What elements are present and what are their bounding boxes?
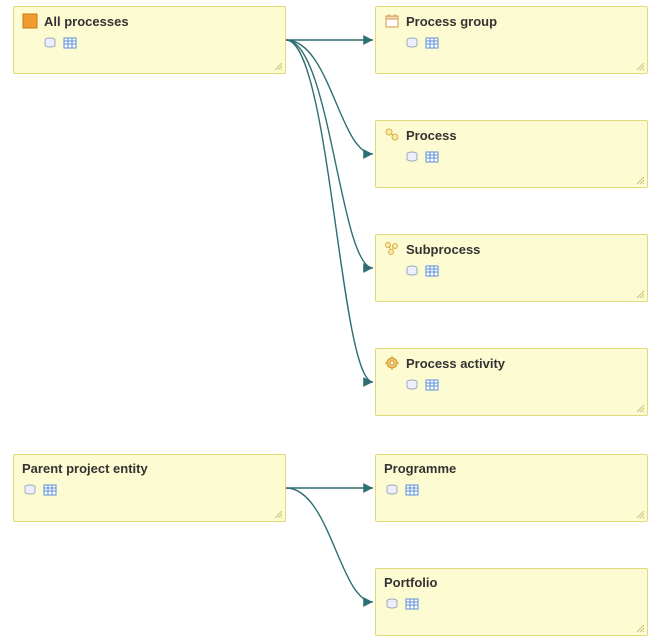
table-icon[interactable]: [404, 482, 420, 498]
db-icon[interactable]: [384, 482, 400, 498]
db-icon[interactable]: [404, 263, 420, 279]
node-title: All processes: [44, 14, 129, 29]
node-all-processes[interactable]: All processes: [13, 6, 286, 74]
gear-icon: [384, 355, 400, 371]
orange-square-icon: [22, 13, 38, 29]
node-title: Process group: [406, 14, 497, 29]
db-icon[interactable]: [384, 596, 400, 612]
node-title: Programme: [384, 461, 456, 476]
connector-all-to-activity: [286, 40, 373, 382]
resize-handle[interactable]: [635, 61, 645, 71]
db-icon[interactable]: [42, 35, 58, 51]
table-icon[interactable]: [42, 482, 58, 498]
nodes-icon: [384, 127, 400, 143]
node-programme[interactable]: Programme: [375, 454, 648, 522]
db-icon[interactable]: [404, 377, 420, 393]
table-icon[interactable]: [424, 149, 440, 165]
resize-handle[interactable]: [635, 509, 645, 519]
node-subprocess[interactable]: Subprocess: [375, 234, 648, 302]
table-icon[interactable]: [424, 263, 440, 279]
node-title: Process: [406, 128, 457, 143]
connector-parent-to-portfolio: [286, 488, 373, 602]
connector-all-to-subprocess: [286, 40, 373, 268]
node-title: Parent project entity: [22, 461, 148, 476]
resize-handle[interactable]: [635, 175, 645, 185]
table-icon[interactable]: [424, 35, 440, 51]
node-process-group[interactable]: Process group: [375, 6, 648, 74]
node-title: Portfolio: [384, 575, 437, 590]
table-icon[interactable]: [62, 35, 78, 51]
node-title: Process activity: [406, 356, 505, 371]
subnodes-icon: [384, 241, 400, 257]
resize-handle[interactable]: [635, 403, 645, 413]
resize-handle[interactable]: [635, 623, 645, 633]
connection-layer: [0, 0, 663, 644]
node-portfolio[interactable]: Portfolio: [375, 568, 648, 636]
table-icon[interactable]: [404, 596, 420, 612]
table-icon[interactable]: [424, 377, 440, 393]
db-icon[interactable]: [404, 35, 420, 51]
node-parent-project[interactable]: Parent project entity: [13, 454, 286, 522]
resize-handle[interactable]: [635, 289, 645, 299]
db-icon[interactable]: [22, 482, 38, 498]
resize-handle[interactable]: [273, 509, 283, 519]
db-icon[interactable]: [404, 149, 420, 165]
calendar-icon: [384, 13, 400, 29]
connector-all-to-process: [286, 40, 373, 154]
node-title: Subprocess: [406, 242, 480, 257]
resize-handle[interactable]: [273, 61, 283, 71]
node-process-activity[interactable]: Process activity: [375, 348, 648, 416]
node-process[interactable]: Process: [375, 120, 648, 188]
